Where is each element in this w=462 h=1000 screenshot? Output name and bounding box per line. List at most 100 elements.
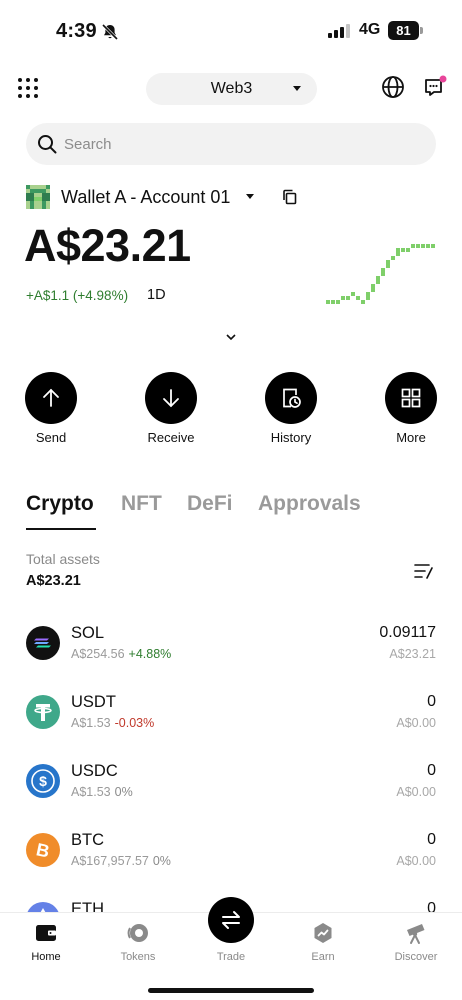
sol-icon	[26, 626, 60, 660]
nav-discover-label: Discover	[394, 951, 438, 963]
asset-amount: 0	[427, 900, 436, 912]
asset-amount: 0.09117	[379, 624, 436, 641]
asset-fiat-value: A$23.21	[389, 647, 436, 661]
nav-home-label: Home	[31, 951, 61, 963]
usdc-icon: $	[26, 764, 60, 798]
asset-row-btc[interactable]: B BTC A$167,957.57 0% 0 A$0.00	[0, 819, 462, 879]
sparkline-point	[381, 272, 385, 276]
asset-amount: 0	[427, 693, 436, 710]
history-label: History	[270, 430, 312, 445]
history-icon	[283, 388, 301, 408]
active-tab-indicator	[26, 528, 96, 530]
asset-price: A$1.53 -0.03%	[71, 716, 154, 730]
sparkline-point	[331, 300, 335, 304]
asset-symbol: BTC	[71, 831, 104, 849]
asset-row-sol[interactable]: SOL A$254.56 +4.88% 0.09117 A$23.21	[0, 612, 462, 672]
sort-icon[interactable]	[414, 562, 434, 580]
tokens-icon	[127, 924, 148, 942]
balance-sparkline	[326, 244, 435, 304]
sparkline-point	[416, 244, 420, 248]
nav-tokens[interactable]: Tokens	[92, 913, 184, 973]
eth-icon	[26, 902, 60, 912]
battery-level: 81	[388, 21, 419, 40]
sparkline-point	[376, 280, 380, 284]
sparkline-point	[371, 284, 375, 288]
svg-text:$: $	[39, 773, 47, 789]
nav-trade-label: Trade	[216, 951, 246, 963]
tab-nft[interactable]: NFT	[121, 492, 162, 516]
signal-icon	[328, 24, 350, 38]
sparkline-point	[396, 248, 400, 252]
apps-grid-icon[interactable]	[17, 77, 39, 99]
caret-down-icon	[293, 86, 301, 91]
asset-symbol: USDC	[71, 762, 118, 780]
asset-change: +4.88%	[128, 647, 172, 661]
account-selector[interactable]: Wallet A - Account 01	[26, 183, 326, 211]
nav-home[interactable]: Home	[0, 913, 92, 973]
asset-symbol: ETH	[71, 900, 104, 912]
wallet-icon	[36, 925, 56, 941]
asset-price-value: A$1.53	[71, 716, 111, 730]
home-indicator	[148, 988, 314, 993]
balance-period[interactable]: 1D	[147, 287, 166, 303]
arrow-down-icon	[163, 389, 179, 408]
nav-earn[interactable]: Earn	[277, 913, 369, 973]
sparkline-point	[431, 244, 435, 248]
sparkline-point	[406, 248, 410, 252]
earn-icon	[314, 923, 332, 943]
nav-trade[interactable]: Trade	[185, 897, 277, 973]
sparkline-point	[411, 244, 415, 248]
asset-fiat-value: A$0.00	[396, 785, 436, 799]
asset-row-usdc[interactable]: $ USDC A$1.53 0% 0 A$0.00	[0, 750, 462, 810]
history-circle	[265, 372, 317, 424]
more-circle	[385, 372, 437, 424]
tab-approvals[interactable]: Approvals	[258, 492, 361, 516]
trade-fab[interactable]	[208, 897, 254, 943]
usdt-icon	[26, 695, 60, 729]
grid-icon	[401, 388, 421, 408]
tab-crypto[interactable]: Crypto	[26, 492, 94, 516]
tab-defi[interactable]: DeFi	[187, 492, 233, 516]
sparkline-point	[386, 260, 390, 264]
sparkline-point	[386, 264, 390, 268]
status-bar: 4:39 4G 81	[0, 0, 462, 62]
total-balance: A$23.21	[24, 220, 191, 271]
asset-change: -0.03%	[114, 716, 155, 730]
chevron-down-icon[interactable]	[225, 332, 237, 342]
send-circle	[25, 372, 77, 424]
sparkline-point	[426, 244, 430, 248]
messages-icon[interactable]	[423, 75, 447, 99]
globe-icon[interactable]	[381, 75, 405, 99]
total-assets-label: Total assets	[26, 551, 100, 567]
asset-symbol: USDT	[71, 693, 116, 711]
sparkline-point	[346, 296, 350, 300]
sparkline-point	[376, 276, 380, 280]
search-input[interactable]	[64, 123, 424, 165]
sparkline-point	[336, 300, 340, 304]
asset-fiat-value: A$0.00	[396, 716, 436, 730]
btc-icon: B	[26, 833, 60, 867]
asset-price-value: A$254.56	[71, 647, 125, 661]
asset-tabs: Crypto NFT DeFi Approvals	[0, 492, 462, 532]
send-button[interactable]: Send	[11, 372, 91, 452]
network-selector[interactable]: Web3	[146, 73, 317, 105]
battery-icon: 81	[388, 21, 424, 40]
telescope-icon	[407, 924, 425, 944]
caret-down-icon	[246, 194, 254, 199]
network-type: 4G	[359, 21, 381, 38]
copy-icon[interactable]	[282, 189, 297, 205]
asset-price: A$1.53 0%	[71, 785, 133, 799]
sparkline-point	[396, 252, 400, 256]
receive-button[interactable]: Receive	[131, 372, 211, 452]
history-button[interactable]: History	[251, 372, 331, 452]
balance-change: +A$1.1 (+4.98%)	[26, 288, 129, 303]
more-button[interactable]: More	[371, 372, 451, 452]
send-label: Send	[35, 430, 67, 445]
nav-discover[interactable]: Discover	[370, 913, 462, 973]
account-avatar	[26, 185, 50, 209]
asset-fiat-value: A$0.00	[396, 854, 436, 868]
asset-row-usdt[interactable]: USDT A$1.53 -0.03% 0 A$0.00	[0, 681, 462, 741]
search-bar[interactable]	[26, 123, 436, 165]
sparkline-point	[371, 288, 375, 292]
quick-actions: Send Receive History More	[0, 372, 462, 452]
